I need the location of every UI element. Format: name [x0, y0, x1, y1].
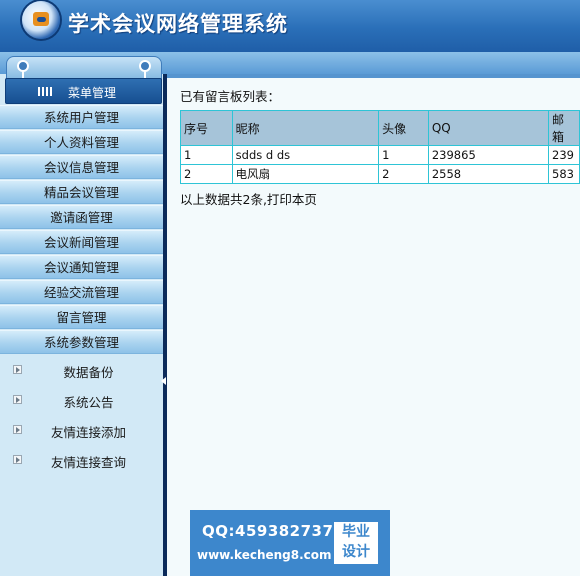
watermark-badge: 毕业 设计	[334, 522, 378, 564]
sidebar-subitem-link-add[interactable]: 友情连接添加	[0, 420, 163, 440]
table-cell: 1	[180, 145, 233, 165]
sidebar-subitem-link-query[interactable]: 友情连接查询	[0, 450, 163, 470]
table-cell: 2	[378, 164, 429, 184]
sidebar-item-conference-info[interactable]: 会议信息管理	[0, 155, 163, 179]
menu-header-label: 菜单管理	[68, 86, 117, 100]
sidebar-item-news[interactable]: 会议新闻管理	[0, 230, 163, 254]
menu-header[interactable]: 菜单管理	[5, 78, 162, 104]
table-cell: 1	[378, 145, 429, 165]
watermark-url: www.kecheng8.com	[197, 548, 332, 562]
sidebar-subitem-label: 友情连接添加	[50, 425, 126, 440]
column-header: 邮箱	[548, 110, 580, 146]
sidebar-item-invitations[interactable]: 邀请函管理	[0, 205, 163, 229]
table-cell: sdds d ds	[231, 145, 380, 165]
sidebar-subitem-backup[interactable]: 数据备份	[0, 360, 163, 380]
table-cell: 583	[548, 164, 580, 184]
sidebar-item-notices[interactable]: 会议通知管理	[0, 255, 163, 279]
table-cell: 电风扇	[231, 164, 380, 184]
sidebar-subitem-label: 系统公告	[63, 395, 114, 410]
logo-icon	[22, 1, 60, 39]
sidebar-divider	[163, 74, 167, 576]
watermark-qq: QQ:459382737	[202, 522, 334, 540]
sidebar-item-system-users[interactable]: 系统用户管理	[0, 105, 163, 129]
sidebar-item-system-params[interactable]: 系统参数管理	[0, 330, 163, 354]
column-header: QQ	[427, 110, 550, 146]
table-cell: 239	[548, 145, 580, 165]
record-summary: 以上数据共2条,打印本页	[180, 192, 317, 207]
app-title: 学术会议网络管理系统	[68, 12, 288, 36]
sidebar-subitem-announcement[interactable]: 系统公告	[0, 390, 163, 410]
watermark-badge-line: 设计	[342, 544, 370, 560]
content-top-bar	[165, 74, 580, 78]
watermark-badge-line: 毕业	[342, 524, 370, 540]
table-cell: 2	[180, 164, 233, 184]
sidebar-item-featured-conferences[interactable]: 精品会议管理	[0, 180, 163, 204]
sidebar-item-experience[interactable]: 经验交流管理	[0, 280, 163, 304]
table-row[interactable]: 1 sdds d ds 1 239865 239	[180, 145, 580, 165]
column-header: 序号	[180, 110, 233, 146]
sidebar-item-messages[interactable]: 留言管理	[0, 305, 163, 329]
menu-grid-icon	[38, 87, 54, 96]
sidebar-subitem-label: 数据备份	[63, 365, 114, 380]
column-header: 头像	[378, 110, 429, 146]
page-title: 已有留言板列表：	[180, 89, 281, 104]
table-cell: 2558	[427, 164, 550, 184]
sidebar-subitem-label: 友情连接查询	[50, 455, 126, 470]
sidebar-item-profile[interactable]: 个人资料管理	[0, 130, 163, 154]
column-header: 昵称	[231, 110, 380, 146]
table-cell: 239865	[427, 145, 550, 165]
message-table: 序号 昵称 头像 QQ 邮箱 1 sdds d ds 1 239865 239 …	[180, 110, 580, 184]
watermark-banner: QQ:459382737 www.kecheng8.com 毕业 设计	[190, 510, 390, 576]
table-row[interactable]: 2 电风扇 2 2558 583	[180, 164, 580, 184]
app-header: 学术会议网络管理系统	[0, 0, 580, 52]
table-header-row: 序号 昵称 头像 QQ 邮箱	[180, 110, 580, 146]
